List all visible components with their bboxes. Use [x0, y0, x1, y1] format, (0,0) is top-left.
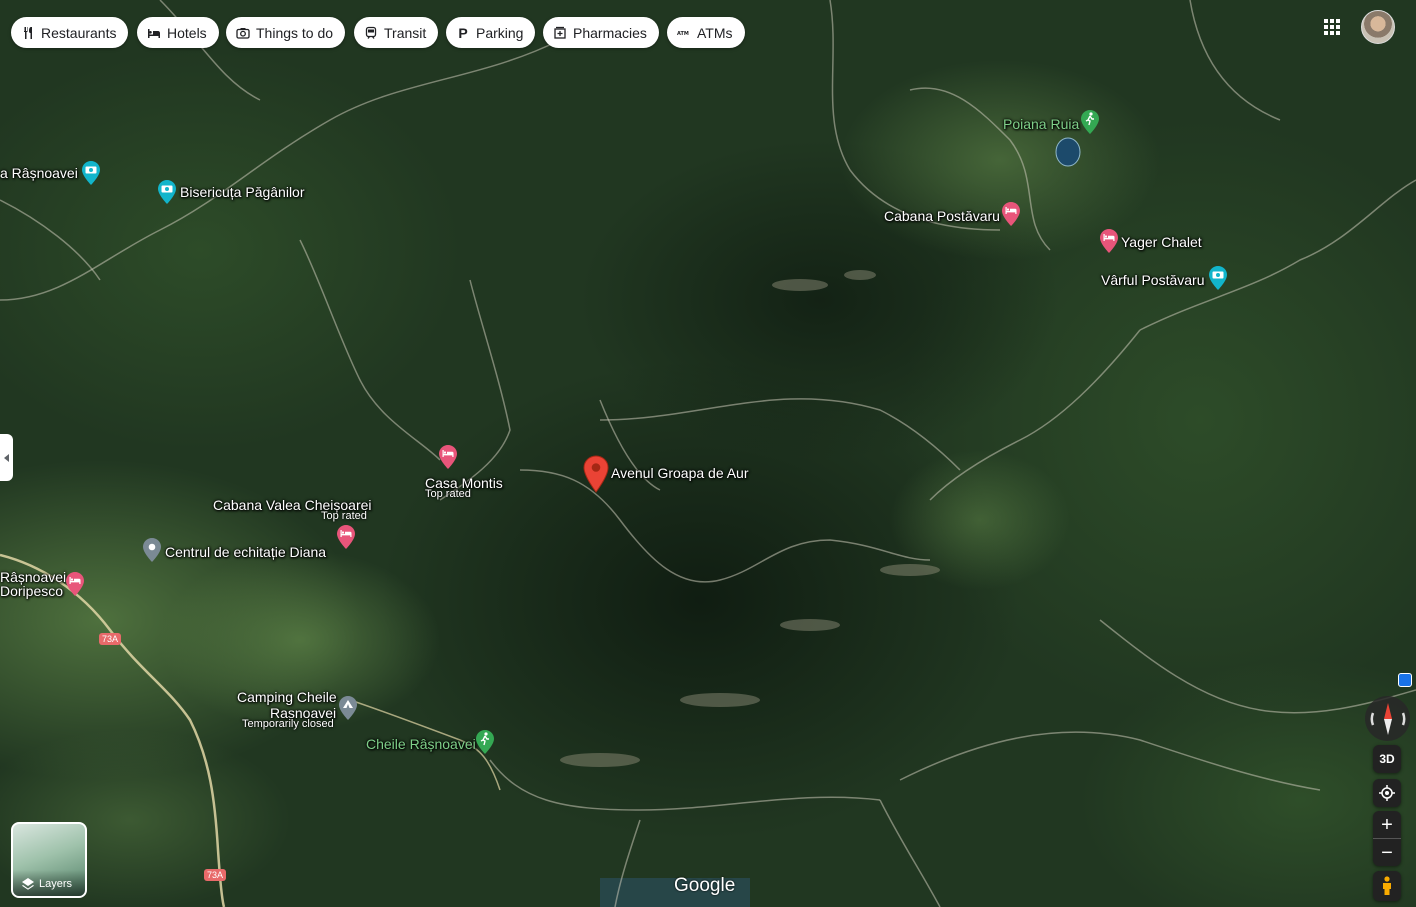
- poi-centrul-label[interactable]: Centrul de echitație Diana: [165, 544, 326, 560]
- place-pin-icon[interactable]: [142, 537, 162, 563]
- poi-varful-postavaru-label[interactable]: Vârful Postăvaru: [1101, 272, 1205, 288]
- filter-label: Restaurants: [41, 24, 117, 41]
- hotel-pin-icon[interactable]: [1099, 228, 1119, 254]
- filter-atms[interactable]: ATM ATMs: [667, 17, 745, 48]
- selected-place-label[interactable]: Avenul Groapa de Aur: [611, 465, 749, 481]
- train-icon: [365, 26, 377, 39]
- filter-label: Things to do: [256, 24, 334, 41]
- compass-control[interactable]: [1365, 696, 1410, 741]
- filter-label: ATMs: [697, 24, 733, 41]
- filter-pharmacies[interactable]: Pharmacies: [543, 17, 659, 48]
- poi-bisericuta-label[interactable]: Bisericuța Păgânilor: [180, 184, 305, 200]
- filter-hotels[interactable]: Hotels: [137, 17, 219, 48]
- layers-icon: [22, 878, 34, 890]
- parking-icon: P: [458, 24, 468, 41]
- zoom-control: + −: [1373, 811, 1401, 866]
- hotel-pin-icon[interactable]: [438, 444, 458, 470]
- atm-icon: ATM: [677, 31, 689, 37]
- svg-text:ATM: ATM: [677, 31, 689, 37]
- satellite-map[interactable]: [0, 0, 1416, 907]
- filter-label: Transit: [384, 24, 427, 41]
- zoom-in-button[interactable]: +: [1373, 811, 1401, 839]
- hotel-pin-icon[interactable]: [1001, 201, 1021, 227]
- poi-cabana-postavaru-label[interactable]: Cabana Postăvaru: [884, 208, 1000, 224]
- selected-place-marker[interactable]: [583, 455, 609, 493]
- poi-camping-label[interactable]: Camping Cheile: [237, 689, 337, 705]
- collapse-panel-button[interactable]: [0, 434, 13, 481]
- apps-grid-icon[interactable]: [1322, 17, 1342, 37]
- pegman-icon: [1383, 876, 1391, 895]
- my-location-icon: [1379, 785, 1395, 801]
- poi-cetatea-rasnoavei-label[interactable]: a Râșnoavei: [0, 165, 78, 181]
- my-location-button[interactable]: [1373, 779, 1401, 807]
- filter-parking[interactable]: P Parking: [446, 17, 536, 48]
- filter-label: Pharmacies: [573, 24, 647, 41]
- attraction-pin-icon[interactable]: [157, 179, 177, 205]
- filter-things-to-do[interactable]: Things to do: [226, 17, 346, 48]
- zoom-out-button[interactable]: −: [1373, 839, 1401, 866]
- filter-transit[interactable]: Transit: [354, 17, 439, 48]
- restaurant-icon: [24, 26, 32, 39]
- road-shield-73a: 73A: [204, 869, 227, 881]
- filter-label: Parking: [476, 24, 524, 41]
- pharmacy-icon: [554, 26, 566, 39]
- poi-cheile-label[interactable]: Cheile Râșnoavei: [366, 736, 476, 752]
- camping-pin-icon[interactable]: [338, 695, 358, 721]
- bus-stop-icon[interactable]: [1398, 673, 1412, 687]
- poi-yager-chalet-label[interactable]: Yager Chalet: [1121, 234, 1202, 250]
- hotel-pin-icon[interactable]: [65, 571, 85, 597]
- hiking-pin-icon[interactable]: [475, 729, 495, 755]
- hiking-pin-icon[interactable]: [1080, 109, 1100, 135]
- road-shield-73a: 73A: [99, 633, 122, 645]
- compass-icon: [1370, 702, 1405, 735]
- poi-poiana-ruia-label[interactable]: Poiana Ruia: [1003, 116, 1079, 132]
- google-logo: Google: [674, 875, 736, 896]
- hotel-pin-icon[interactable]: [336, 524, 356, 550]
- layers-button[interactable]: Layers: [11, 822, 87, 898]
- attraction-pin-icon[interactable]: [1208, 265, 1228, 291]
- poi-camping-status: Temporarily closed: [242, 718, 334, 730]
- bed-icon: [148, 28, 160, 38]
- street-view-pegman-button[interactable]: [1373, 871, 1401, 901]
- 3d-toggle-button[interactable]: 3D: [1373, 745, 1401, 773]
- filter-label: Hotels: [167, 24, 207, 41]
- attraction-pin-icon[interactable]: [81, 160, 101, 186]
- filter-restaurants[interactable]: Restaurants: [11, 17, 129, 48]
- poi-cabana-valea-sub: Top rated: [321, 510, 367, 522]
- chevron-left-icon: [3, 453, 9, 462]
- account-avatar[interactable]: [1361, 10, 1395, 44]
- poi-doripesco-label[interactable]: Doripesco: [0, 583, 63, 599]
- poi-casa-montis-sub: Top rated: [425, 488, 471, 500]
- camera-icon: [236, 27, 250, 39]
- layers-label: Layers: [39, 878, 73, 890]
